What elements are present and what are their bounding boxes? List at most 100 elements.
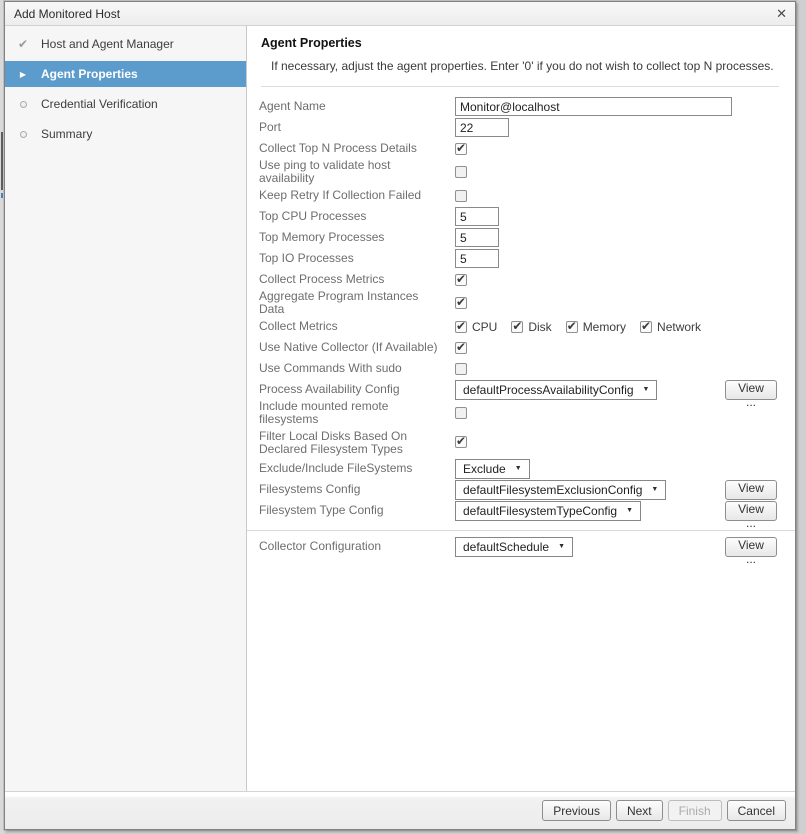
step-done-check-icon: ✔ [5, 37, 41, 51]
field-control [455, 207, 779, 226]
sidebar-step-summary[interactable]: Summary [5, 121, 246, 147]
select-filesystems-config[interactable]: defaultFilesystemExclusionConfig▼ [455, 480, 666, 500]
field-label: Include mounted remote filesystems [259, 400, 455, 426]
next-button[interactable]: Next [616, 800, 663, 821]
cancel-button[interactable]: Cancel [727, 800, 786, 821]
checkbox-collect-top-n-process-details[interactable] [455, 143, 467, 155]
field-label: Collect Metrics [259, 320, 455, 333]
sidebar-step-host-and-agent-manager[interactable]: ✔Host and Agent Manager [5, 31, 246, 57]
view-button-process-availability-config[interactable]: View ... [725, 380, 777, 400]
field-control: defaultProcessAvailabilityConfig▼ View ..… [455, 380, 779, 400]
form-row-collect-top-n-process-details: Collect Top N Process Details [259, 138, 779, 159]
checkbox-option-label: Memory [583, 320, 626, 334]
dialog-footer: PreviousNextFinishCancel [5, 791, 795, 829]
dialog-content: ✔Host and Agent Manager ▶Agent Properties… [5, 26, 795, 791]
checkbox-collect-process-metrics[interactable] [455, 274, 467, 286]
chevron-down-icon: ▼ [558, 543, 565, 550]
close-icon[interactable]: ✕ [776, 7, 787, 20]
input-top-io-processes[interactable] [455, 249, 499, 268]
field-label: Collector Configuration [259, 540, 455, 553]
field-control: defaultSchedule ▼ View ... [455, 537, 779, 557]
field-control: defaultFilesystemExclusionConfig▼ View ..… [455, 480, 779, 500]
chevron-down-icon: ▼ [626, 507, 633, 514]
finish-button[interactable]: Finish [668, 800, 722, 821]
dialog-titlebar: Add Monitored Host ✕ [5, 2, 795, 26]
select-filesystem-type-config[interactable]: defaultFilesystemTypeConfig ▼ [455, 501, 641, 521]
agent-properties-form: Agent Name Port Collect Top N Process Deta… [247, 87, 795, 557]
page-title: Agent Properties [261, 36, 779, 50]
checkbox-use-ping-to-validate-host-availability[interactable] [455, 166, 467, 178]
step-label: Credential Verification [41, 97, 158, 111]
field-label: Exclude/Include FileSystems [259, 462, 455, 475]
dialog-title: Add Monitored Host [14, 7, 120, 21]
select-exclude-include-filesystems[interactable]: Exclude ▼ [455, 459, 530, 479]
view-button-filesystem-type-config[interactable]: View ... [725, 501, 777, 521]
view-button-collector-configuration[interactable]: View ... [725, 537, 777, 557]
select-value: defaultFilesystemTypeConfig [463, 504, 617, 518]
checkbox-filter-local-disks-based-on-declared-filesystem-types[interactable] [455, 436, 467, 448]
checkbox-keep-retry-if-collection-failed[interactable] [455, 190, 467, 202]
field-control [455, 166, 779, 178]
field-label: Top Memory Processes [259, 231, 455, 244]
checkbox-option-network: Network [640, 320, 701, 334]
checkbox-option-cpu: CPU [455, 320, 497, 334]
previous-button[interactable]: Previous [542, 800, 611, 821]
checkbox-option-disk: Disk [511, 320, 551, 334]
checkbox-include-mounted-remote-filesystems[interactable] [455, 407, 467, 419]
select-collector-configuration[interactable]: defaultSchedule ▼ [455, 537, 573, 557]
chevron-down-icon: ▼ [515, 465, 522, 472]
input-top-cpu-processes[interactable] [455, 207, 499, 226]
sidebar-step-credential-verification[interactable]: Credential Verification [5, 91, 246, 117]
field-control [455, 118, 779, 137]
form-row-top-io-processes: Top IO Processes [259, 248, 779, 269]
checkbox-use-commands-with-sudo[interactable] [455, 363, 467, 375]
select-process-availability-config[interactable]: defaultProcessAvailabilityConfig▼ [455, 380, 657, 400]
select-value: Exclude [463, 462, 506, 476]
checkbox-network[interactable] [640, 321, 652, 333]
form-row-agent-name: Agent Name [259, 96, 779, 117]
step-pending-circle-icon [5, 101, 41, 108]
checkbox-memory[interactable] [566, 321, 578, 333]
field-label: Use ping to validate host availability [259, 159, 455, 185]
field-label: Keep Retry If Collection Failed [259, 189, 455, 202]
field-control [455, 297, 779, 309]
step-label: Agent Properties [41, 67, 138, 81]
field-label: Port [259, 121, 455, 134]
checkbox-aggregate-program-instances-data[interactable] [455, 297, 467, 309]
step-label: Summary [41, 127, 92, 141]
chevron-down-icon: ▼ [651, 486, 658, 493]
field-control: Exclude ▼ [455, 459, 779, 479]
checkbox-cpu[interactable] [455, 321, 467, 333]
panel-header: Agent Properties If necessary, adjust th… [247, 26, 795, 87]
section-divider [247, 526, 795, 531]
field-label: Agent Name [259, 100, 455, 113]
checkbox-use-native-collector-if-available[interactable] [455, 342, 467, 354]
field-control [455, 190, 779, 202]
form-row-collector-configuration: Collector Configuration defaultSchedule ▼ V… [259, 536, 779, 557]
field-label: Collect Top N Process Details [259, 142, 455, 155]
input-port[interactable] [455, 118, 509, 137]
field-label: Top IO Processes [259, 252, 455, 265]
input-top-memory-processes[interactable] [455, 228, 499, 247]
page-description: If necessary, adjust the agent propertie… [271, 59, 779, 73]
field-control [455, 249, 779, 268]
checkbox-option-label: Disk [528, 320, 551, 334]
add-monitored-host-dialog: Add Monitored Host ✕ ✔Host and Agent Man… [4, 1, 796, 830]
field-control [455, 228, 779, 247]
field-label: Top CPU Processes [259, 210, 455, 223]
wizard-steps: ✔Host and Agent Manager ▶Agent Properties… [5, 26, 247, 791]
field-label: Aggregate Program Instances Data [259, 290, 455, 316]
sidebar-step-agent-properties[interactable]: ▶Agent Properties [5, 61, 246, 87]
checkbox-option-memory: Memory [566, 320, 626, 334]
view-button-filesystems-config[interactable]: View ... [725, 480, 777, 500]
field-label: Filesystem Type Config [259, 504, 455, 517]
field-label: Filesystems Config [259, 483, 455, 496]
field-control [455, 363, 779, 375]
input-agent-name[interactable] [455, 97, 732, 116]
form-row-port: Port [259, 117, 779, 138]
field-control [455, 436, 779, 448]
checkbox-disk[interactable] [511, 321, 523, 333]
select-value: defaultSchedule [463, 540, 549, 554]
field-control: CPU Disk Memory Network [455, 320, 779, 334]
field-control [455, 97, 779, 116]
